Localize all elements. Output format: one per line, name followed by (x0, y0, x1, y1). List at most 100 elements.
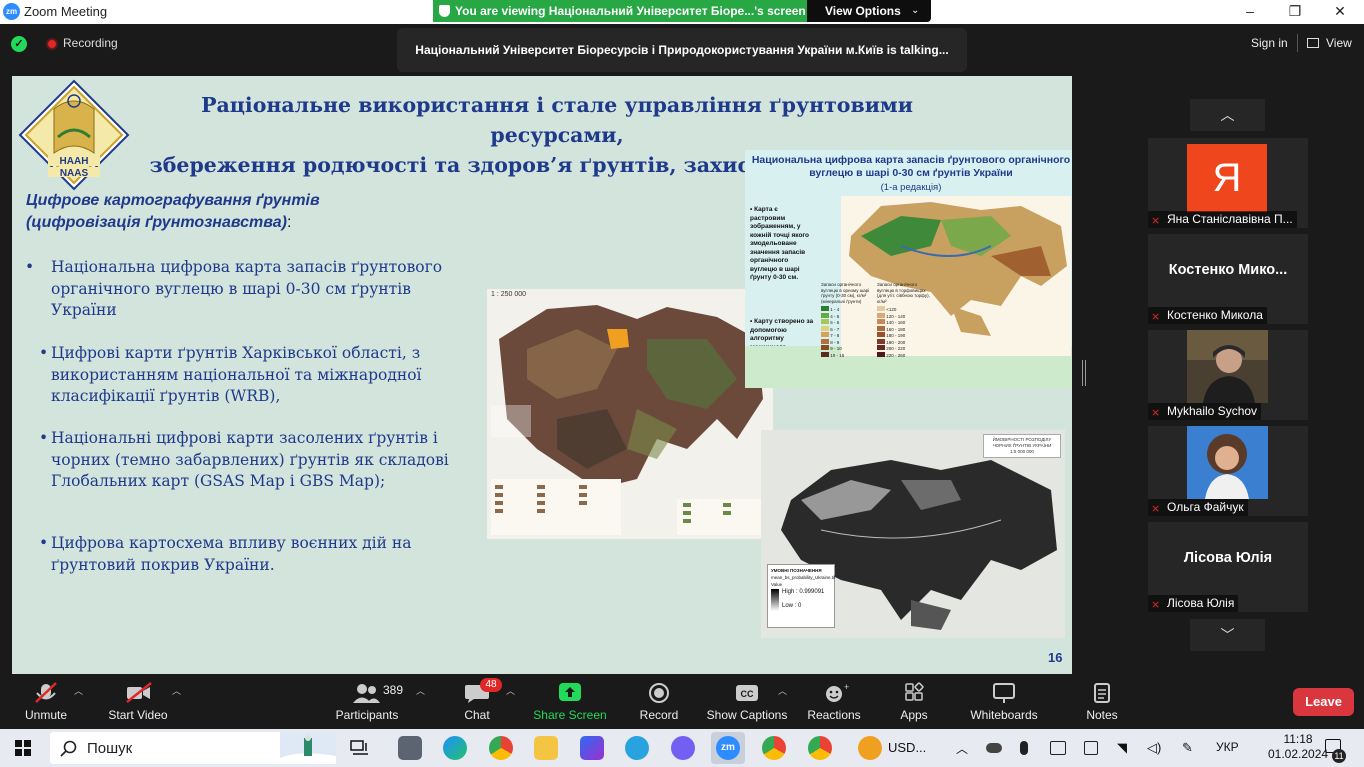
close-button[interactable]: ✕ (1320, 1, 1360, 23)
slide-subtitle: Цифрове картографування ґрунтів (цифрові… (26, 192, 320, 231)
share-screen-button[interactable]: Share Screen (530, 674, 610, 729)
screen-share-tray-icon[interactable] (1050, 741, 1066, 755)
kharkiv-map-image (491, 305, 767, 535)
notification-count-badge: 11 (1332, 749, 1346, 763)
clock-date: 01.02.2024 (1268, 747, 1329, 761)
reactions-button[interactable]: + Reactions (804, 674, 864, 729)
mic-muted-icon: ⨯ (1151, 215, 1161, 227)
black-soils-legend: УМОВНІ ПОЗНАЧЕННЯ mean_bs_probability_Uk… (767, 564, 835, 628)
carbon-legend-peat: Запаси органічного вуглецю в торфовищах … (877, 282, 930, 358)
notes-button[interactable]: Notes (1072, 674, 1132, 729)
logo-text-naan: НААН (60, 156, 89, 167)
windows-start-icon[interactable] (15, 740, 31, 756)
mic-muted-icon: ⨯ (1151, 503, 1161, 515)
security-shield-icon[interactable]: ✓ (11, 36, 27, 52)
kharkiv-soil-map: 1 : 250 000 (487, 289, 773, 539)
share-screen-icon (559, 683, 581, 701)
whiteboards-button[interactable]: Whiteboards (964, 674, 1044, 729)
viber-icon[interactable] (671, 736, 695, 760)
start-video-button[interactable]: Start Video (103, 674, 173, 729)
clock-time: 11:18 (1283, 732, 1313, 746)
apps-button[interactable]: Apps (884, 674, 944, 729)
minimize-button[interactable]: – (1230, 1, 1270, 23)
participant-display-name: Костенко Мико... (1168, 262, 1288, 278)
recording-label[interactable]: Recording (63, 36, 118, 50)
keyboard-icon[interactable] (1084, 741, 1098, 755)
participant-video (1187, 426, 1268, 499)
record-icon (649, 683, 669, 703)
record-button[interactable]: Record (629, 674, 689, 729)
file-explorer-icon[interactable] (534, 736, 558, 760)
bullet-item: • Національна цифрова карта запасів ґрун… (25, 258, 443, 319)
language-indicator[interactable]: УКР (1216, 740, 1239, 754)
soil-carbon-map-title: Национальна цифрова карта запасів ґрунто… (751, 154, 1071, 179)
participants-options-caret[interactable]: ︿ (416, 684, 425, 697)
taskbar-search-box[interactable]: Пошук (50, 732, 336, 764)
zoom-app-icon: zm (3, 3, 20, 20)
view-grid-icon[interactable] (1307, 38, 1319, 48)
volume-icon[interactable]: ◁) (1147, 740, 1161, 756)
participant-tile[interactable]: ⨯ Ольга Файчук (1148, 426, 1308, 516)
leave-button[interactable]: Leave (1293, 688, 1354, 716)
svg-text:+: + (844, 682, 849, 692)
panel-resize-handle[interactable] (1082, 360, 1086, 386)
svg-text:CC: CC (741, 689, 754, 699)
edge-browser-icon[interactable] (443, 736, 467, 760)
wifi-icon[interactable]: ◥ (1117, 740, 1127, 756)
maximize-button[interactable]: ❐ (1275, 1, 1315, 23)
search-icon (60, 740, 77, 757)
copilot-icon[interactable] (580, 736, 604, 760)
currency-widget-icon[interactable] (858, 736, 882, 760)
chevron-up-icon[interactable]: ︿ (956, 740, 968, 757)
mic-muted-icon: ⨯ (1151, 407, 1161, 419)
active-speaker-indicator: Національний Університет Біоресурсів і П… (397, 28, 967, 72)
pen-icon[interactable]: ✎ (1182, 740, 1193, 756)
participant-tile[interactable]: Костенко Мико... ⨯ Костенко Микола (1148, 234, 1308, 324)
participant-tile[interactable]: ⨯ Mykhailo Sychov (1148, 330, 1308, 420)
bullet-item: • Національні цифрові карти засолених ґр… (39, 429, 449, 490)
zoom-icon: zm (716, 736, 740, 760)
soil-carbon-map-panel: Национальна цифрова карта запасів ґрунто… (745, 150, 1072, 388)
participant-tile[interactable]: Лісова Юлія ⨯ Лісова Юлія (1148, 522, 1308, 612)
window-title-bar: zm Zoom Meeting You are viewing Націонал… (0, 0, 1364, 24)
chrome-profile-icon[interactable] (808, 736, 832, 760)
chat-options-caret[interactable]: ︿ (506, 684, 515, 697)
black-soils-map-title: ЙМОВІРНОСТІ РОЗПОДІЛУ ЧОРНИХ ҐРУНТІВ УКР… (983, 434, 1061, 458)
show-captions-button[interactable]: CC Show Captions (703, 674, 791, 729)
scroll-down-button[interactable]: ﹀ (1190, 619, 1265, 651)
video-gallery-panel: ︿ Я ⨯ Яна Станіславівна П... Костенко Мик… (1087, 76, 1364, 674)
participant-tile[interactable]: Я ⨯ Яна Станіславівна П... (1148, 138, 1308, 228)
clock[interactable]: 11:18 01.02.2024 (1268, 732, 1328, 762)
microphone-icon[interactable] (1020, 741, 1028, 755)
audio-options-caret[interactable]: ︿ (74, 684, 83, 697)
black-soils-map-panel: ЙМОВІРНОСТІ РОЗПОДІЛУ ЧОРНИХ ҐРУНТІВ УКР… (761, 430, 1065, 638)
bullet-item: • Цифрові карти ґрунтів Харківської обла… (39, 344, 422, 405)
scroll-up-button[interactable]: ︿ (1190, 99, 1265, 131)
probability-gradient (771, 589, 779, 611)
participant-name: ⨯ Mykhailo Sychov (1148, 403, 1262, 420)
meeting-top-bar: ✓ Recording Національний Університет Біо… (0, 24, 1364, 76)
bullet-item: • Цифрова картосхема впливу воєнних дій … (39, 534, 412, 574)
unmute-button[interactable]: Unmute (16, 674, 76, 729)
viewing-banner-text: You are viewing Національний Університет… (433, 0, 807, 22)
task-view-icon[interactable] (350, 740, 370, 756)
chrome-profile-icon[interactable] (762, 736, 786, 760)
currency-widget[interactable]: USD... (888, 740, 926, 755)
onedrive-icon[interactable] (986, 743, 1002, 753)
sign-in-button[interactable]: Sign in (1251, 36, 1288, 50)
calculator-icon[interactable] (398, 736, 422, 760)
telegram-icon[interactable] (625, 736, 649, 760)
view-button[interactable]: View (1326, 36, 1352, 50)
logo-text-naas: NAAS (60, 168, 89, 179)
zoom-taskbar-button[interactable]: zm (711, 732, 745, 764)
chevron-down-icon[interactable]: ⌄ (911, 0, 919, 22)
captions-options-caret[interactable]: ︿ (778, 684, 787, 697)
video-options-caret[interactable]: ︿ (172, 684, 181, 697)
video-off-icon (126, 682, 152, 703)
mic-muted-icon: ⨯ (1151, 311, 1161, 323)
windows-taskbar: Пошук zm USD... ︿ ◥ ◁) ✎ УКР 11:18 01.02… (0, 729, 1364, 767)
view-options-button[interactable]: View Options (825, 0, 901, 22)
shared-screen-slide: НААН NAAS Раціональне використання і ста… (12, 76, 1072, 674)
naas-logo: НААН NAAS (18, 79, 130, 191)
chrome-icon[interactable] (489, 736, 513, 760)
